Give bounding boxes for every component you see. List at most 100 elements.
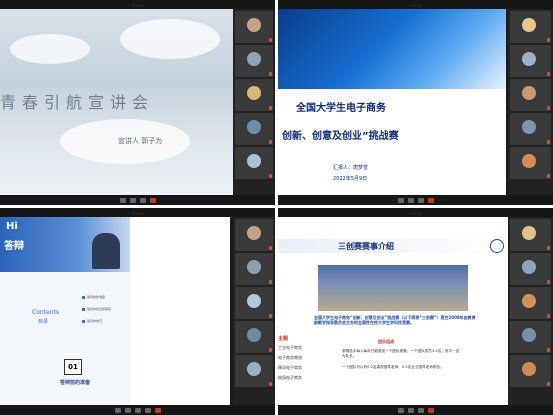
share-icon[interactable] [139,197,146,203]
participant-tile[interactable] [235,113,273,145]
avatar [247,18,261,32]
screen-share-top-right: — — — 全国大学生电子商务 创新、创意及创业”挑战赛 汇报人：唐梦雪 202… [278,0,553,205]
camera-icon[interactable] [124,407,131,413]
avatar [247,120,261,134]
window-topbar: — — — [0,208,275,217]
avatar [522,120,536,134]
participant-tile[interactable] [235,321,273,353]
section-number: 01 [64,359,82,375]
participant-tile[interactable] [510,147,551,179]
participant-tile[interactable] [235,355,273,387]
debate-label: 答辩 [4,241,24,252]
participant-tile[interactable] [235,11,273,43]
participant-panel [233,9,275,195]
participant-tile[interactable] [510,79,551,111]
participant-tile[interactable] [510,253,551,285]
participant-tile[interactable] [510,287,551,319]
avatar [522,154,536,168]
share-icon[interactable] [417,407,424,413]
mic-muted-icon [547,38,550,42]
toc-label: 目录 [38,319,49,325]
mic-muted-icon [269,72,272,76]
participant-tile[interactable] [510,45,551,77]
participant-tile[interactable] [510,321,551,353]
slide-title: 青春引航宣讲会 [0,93,155,112]
share-icon[interactable] [134,407,141,413]
mic-icon[interactable] [397,197,404,203]
participant-tile[interactable] [235,219,273,251]
avatar [247,226,261,240]
slide-youth-lecture: 青春引航宣讲会 宣讲人 郭子为 [0,9,233,195]
avatar [522,362,536,376]
avatar [522,294,536,308]
intro-text: 全国大学生电子商务“创新、创意及创业”挑战赛（以下简称“三创赛”）是在2009年… [314,315,476,325]
avatar [522,18,536,32]
speaker-avatar [92,233,120,269]
school-logo [490,239,504,253]
leave-icon[interactable] [149,197,156,203]
share-icon[interactable] [417,197,424,203]
slide-title-line2: 创新、创意及创业”挑战赛 [282,131,399,142]
slide-ecommerce-title: 全国大学生电子商务 创新、创意及创业”挑战赛 汇报人：唐梦雪 2022年5月9日 [278,9,506,195]
slide-competition-intro: 三创赛赛事介绍 全国大学生电子商务“创新、创意及创业”挑战赛（以下简称“三创赛”… [278,217,508,405]
window-topbar: — — — [278,0,553,9]
camera-icon[interactable] [129,197,136,203]
mic-muted-icon [547,382,550,386]
side-label: 主题 [278,336,289,342]
mic-muted-icon [547,246,550,250]
participant-tile[interactable] [510,11,551,43]
mic-muted-icon [547,72,550,76]
avatar [522,52,536,66]
mic-muted-icon [547,174,550,178]
mic-muted-icon [269,140,272,144]
toc-item: 答辩中的注意事项 [82,307,111,311]
participant-tile[interactable] [235,45,273,77]
meeting-toolbar [0,195,275,205]
mic-muted-icon [269,280,272,284]
hi-label: Hi [6,221,18,232]
mic-muted-icon [547,314,550,318]
participant-tile[interactable] [235,287,273,319]
screen-share-top-left: — — — 青春引航宣讲会 宣讲人 郭子为 [0,0,275,205]
participant-panel [508,9,553,195]
blank-area [130,217,230,405]
leave-icon[interactable] [427,197,434,203]
mic-muted-icon [547,140,550,144]
participants-icon[interactable] [144,407,151,413]
avatar [522,328,536,342]
contents-label: Contents [32,309,59,316]
participant-tile[interactable] [235,79,273,111]
toc-item: 答辩前的准备 [82,295,105,299]
mic-muted-icon [269,348,272,352]
participant-tile[interactable] [235,253,273,285]
mic-icon[interactable] [397,407,404,413]
mic-muted-icon [547,280,550,284]
avatar [247,154,261,168]
mic-muted-icon [269,246,272,250]
participant-tile[interactable] [510,355,551,387]
window-topbar: — — — [0,0,275,9]
leave-icon[interactable] [154,407,161,413]
participant-tile[interactable] [510,219,551,251]
meeting-toolbar [278,405,553,415]
mic-muted-icon [547,106,550,110]
leave-icon[interactable] [427,407,434,413]
team-label: 团队组成 [378,339,394,344]
participant-tile[interactable] [235,147,273,179]
section-title: 答辩前的准备 [60,380,91,386]
avatar [522,226,536,240]
meeting-toolbar [0,405,275,415]
camera-icon[interactable] [407,197,414,203]
avatar [247,52,261,66]
category-item: 工业电子商务 [278,345,302,350]
mic-icon[interactable] [119,197,126,203]
screen-share-bottom-right: — — — 三创赛赛事介绍 全国大学生电子商务“创新、创意及创业”挑战赛（以下简… [278,208,553,415]
category-item: 电子商务物流 [278,355,302,360]
participant-tile[interactable] [510,113,551,145]
team-rule: 一个团队可以有0-2名高校指导老师、0-2名企业指导老师参加。 [342,365,444,369]
camera-icon[interactable] [407,407,414,413]
slide-title: 三创赛赛事介绍 [338,242,394,251]
screen-share-bottom-left: — — — Hi 答辩 Contents 目录 答辩前的准备 答辩中的注意事项 … [0,208,275,415]
cloud [10,34,90,64]
mic-icon[interactable] [114,407,121,413]
